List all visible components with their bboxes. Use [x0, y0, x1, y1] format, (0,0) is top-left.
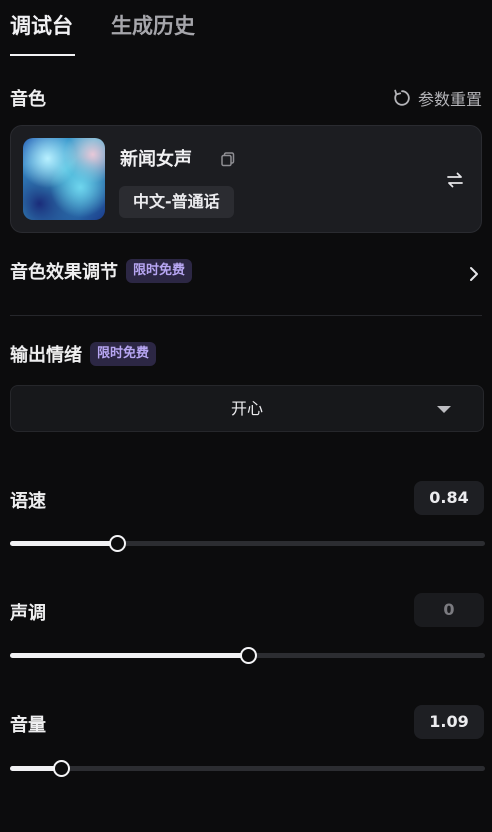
swap-icon[interactable] — [445, 170, 465, 190]
emotion-title: 输出情绪 — [10, 345, 82, 366]
volume-slider-track[interactable] — [10, 760, 485, 777]
speed-value-input[interactable]: 0.84 — [414, 481, 484, 515]
pitch-slider-handle[interactable] — [239, 647, 257, 664]
reset-label: 参数重置 — [417, 90, 482, 109]
volume-label: 音量 — [10, 715, 46, 736]
copy-icon[interactable] — [219, 150, 237, 168]
speed-label: 语速 — [10, 491, 46, 512]
speed-slider-track[interactable] — [10, 535, 485, 552]
speed-slider-fill — [10, 541, 117, 546]
voice-language-tag: 中文-普通话 — [119, 186, 234, 218]
voice-card[interactable]: 新闻女声 中文-普通话 — [10, 125, 482, 233]
tab-bar: 调试台 生成历史 — [10, 0, 195, 56]
voice-cover-image — [23, 138, 105, 220]
voice-name: 新闻女声 — [120, 149, 192, 170]
divider — [10, 315, 482, 316]
voice-section-title: 音色 — [10, 89, 46, 110]
emotion-header: 输出情绪 限时免费 — [10, 341, 157, 373]
free-badge: 限时免费 — [90, 342, 157, 366]
voice-effect-title: 音色效果调节 — [10, 262, 118, 283]
voice-effect-row[interactable]: 音色效果调节 限时免费 — [10, 258, 482, 292]
pitch-slider-fill — [10, 653, 248, 658]
pitch-label: 声调 — [10, 603, 46, 624]
emotion-select[interactable]: 开心 — [10, 385, 484, 432]
emotion-select-value: 开心 — [230, 399, 263, 418]
volume-value-input[interactable]: 1.09 — [414, 705, 484, 739]
reset-icon — [394, 89, 410, 106]
pitch-slider-track[interactable] — [10, 647, 485, 664]
tab-generation-history[interactable]: 生成历史 — [111, 0, 195, 56]
reset-button[interactable]: 参数重置 — [392, 86, 482, 110]
pitch-value-input[interactable]: 0 — [414, 593, 484, 627]
chevron-right-icon — [470, 267, 478, 281]
speed-slider-handle[interactable] — [108, 535, 126, 552]
caret-down-icon — [437, 406, 451, 413]
tab-debug-console[interactable]: 调试台 — [10, 0, 75, 56]
free-badge: 限时免费 — [126, 259, 193, 283]
volume-slider-handle[interactable] — [53, 760, 71, 777]
